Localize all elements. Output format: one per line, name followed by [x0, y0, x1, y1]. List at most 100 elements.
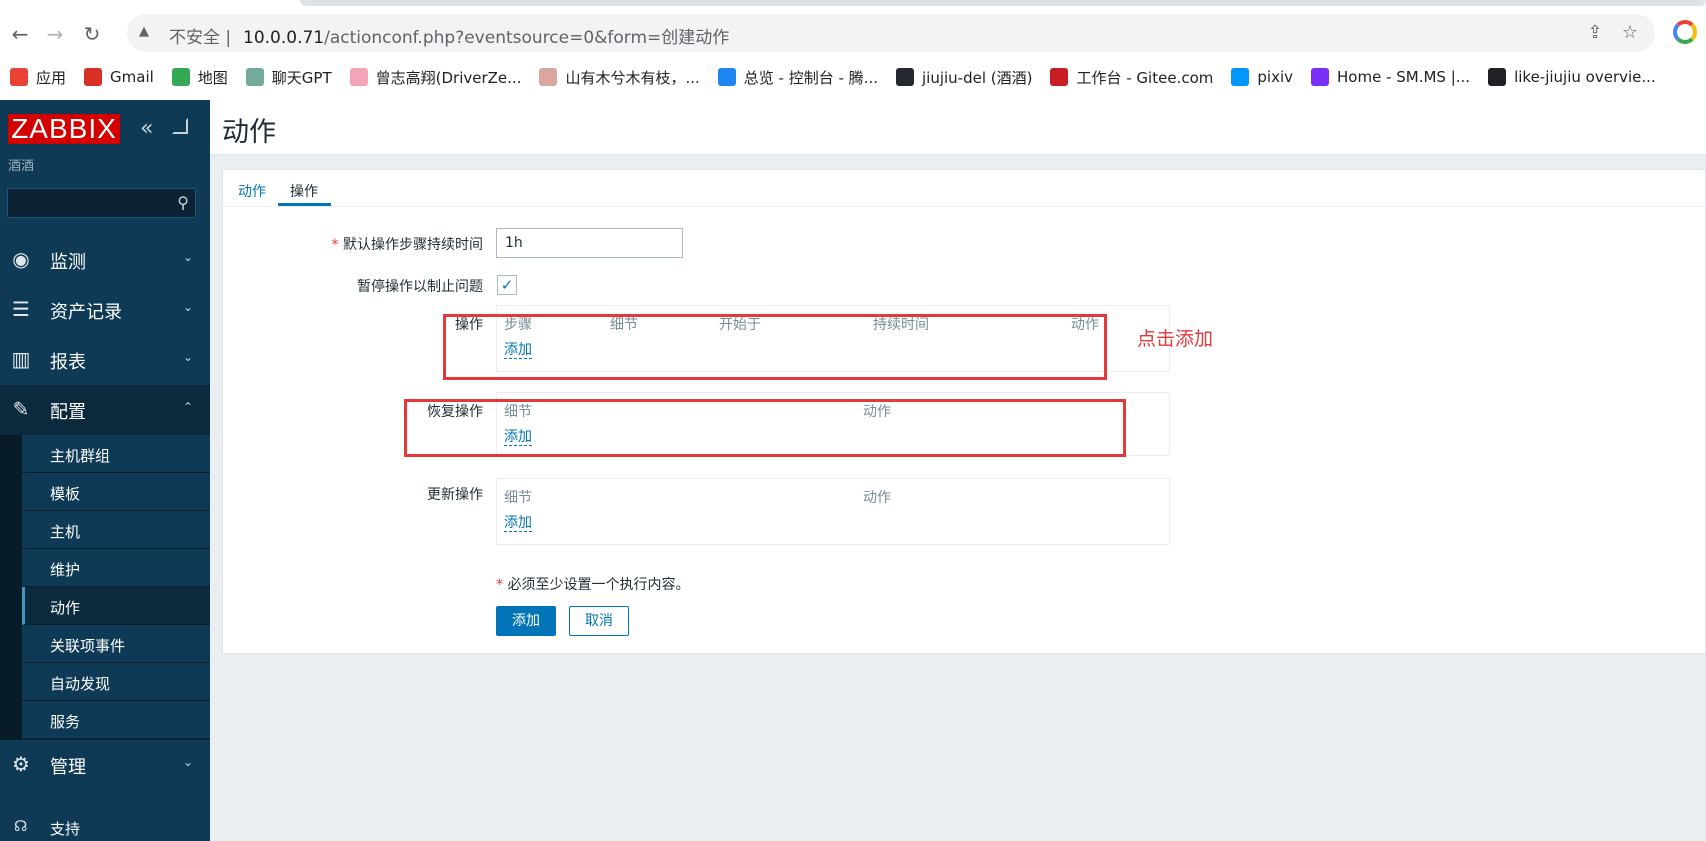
submenu-event-correlation[interactable]: 关联项事件: [22, 625, 210, 663]
cancel-button[interactable]: 取消: [569, 606, 629, 636]
bookmark-item[interactable]: 山有木兮木有枝，...: [539, 62, 700, 92]
bookmark-label: like-jiujiu overvie...: [1514, 68, 1656, 86]
reload-icon[interactable]: ↻: [80, 22, 104, 46]
menu-reports-label: 报表: [50, 352, 86, 373]
menu-configuration[interactable]: ✎ 配置 ⌃: [0, 385, 210, 435]
submenu-templates[interactable]: 模板: [22, 473, 210, 511]
pixiv-icon: [1231, 68, 1250, 86]
bar-chart-icon: ▥: [11, 347, 31, 371]
back-icon[interactable]: ←: [8, 22, 32, 46]
url-text[interactable]: 10.0.0.71/actionconf.php?eventsource=0&f…: [243, 23, 729, 48]
submenu-host-groups[interactable]: 主机群组: [22, 435, 210, 473]
submenu-label: 主机: [50, 523, 81, 541]
bookmark-label: 应用: [36, 68, 67, 87]
bookmark-label: 聊天GPT: [271, 68, 332, 87]
submenu-maintenance[interactable]: 维护: [22, 549, 210, 587]
tab-action[interactable]: 动作: [238, 181, 266, 201]
bookmark-item[interactable]: 地图: [171, 62, 228, 92]
submenu-indent: [0, 435, 22, 740]
sidebar: ZABBIX « 酒酒 ⚲ ◉ 监测 ⌄ ☰ 资产记录 ⌄ ▥ 报表 ⌄ ✎ 配…: [0, 100, 210, 841]
browser-chrome: ← → ↻ ▲ 不安全 | 10.0.0.71/actionconf.php?e…: [0, 0, 1706, 100]
submenu-hosts[interactable]: 主机: [22, 511, 210, 549]
duration-label: * 默认操作步骤持续时间: [283, 234, 483, 254]
gear-icon: ⚙: [12, 752, 30, 776]
search-icon[interactable]: ⚲: [177, 193, 189, 212]
bookmark-item[interactable]: 应用: [10, 62, 66, 92]
bookmark-item[interactable]: like-jiujiu overvie...: [1488, 62, 1656, 92]
bookmark-item[interactable]: pixiv: [1231, 62, 1293, 92]
chevron-down-icon: ⌄: [183, 755, 194, 769]
collapse-sidebar-icon[interactable]: «: [140, 116, 153, 141]
profile-icon[interactable]: [1673, 20, 1697, 44]
required-mark: *: [496, 577, 508, 593]
gitee-icon: [1050, 68, 1069, 86]
col-details: 细节: [504, 490, 532, 506]
chevron-down-icon: ⌄: [183, 300, 194, 314]
bookmark-item[interactable]: 曾志高翔(DriverZe...: [349, 62, 522, 92]
menu-inventory-label: 资产记录: [50, 302, 122, 323]
required-note: * 必须至少设置一个执行内容。: [496, 574, 689, 594]
add-button[interactable]: 添加: [496, 606, 556, 636]
tab-strip-edge: [300, 0, 1706, 6]
submenu-label: 模板: [50, 485, 81, 503]
menu-administration[interactable]: ⚙ 管理 ⌄: [0, 740, 210, 790]
page-header: 动作: [210, 100, 1706, 155]
chevron-down-icon: ⌄: [183, 250, 194, 264]
submenu-services[interactable]: 服务: [22, 701, 210, 739]
address-row: ← → ↻ ▲ 不安全 | 10.0.0.71/actionconf.php?e…: [0, 14, 1706, 54]
bookmark-label: 地图: [197, 68, 228, 87]
warning-icon[interactable]: ▲: [139, 24, 155, 40]
chatgpt-icon: [245, 68, 264, 86]
annotation-text: 点击添加: [1137, 328, 1214, 350]
address-bar[interactable]: ▲ 不安全 | 10.0.0.71/actionconf.php?eventso…: [127, 14, 1655, 52]
submenu-actions[interactable]: 动作: [22, 587, 210, 625]
star-icon[interactable]: ☆: [1619, 22, 1641, 44]
bookmark-label: Gmail: [110, 68, 154, 86]
required-mark: *: [331, 237, 343, 253]
eye-icon: ◉: [12, 247, 30, 271]
bookmark-label: pixiv: [1257, 68, 1293, 86]
bookmark-item[interactable]: 工作台 - Gitee.com: [1050, 62, 1213, 92]
page-title: 动作: [222, 117, 276, 148]
menu-inventory[interactable]: ☰ 资产记录 ⌄: [0, 285, 210, 335]
chevron-up-icon: ⌃: [183, 400, 194, 414]
update-operations-table: 细节 动作 添加: [496, 478, 1170, 545]
zabbix-logo[interactable]: ZABBIX: [8, 114, 120, 144]
menu-configuration-label: 配置: [50, 402, 86, 423]
submenu-discovery[interactable]: 自动发现: [22, 663, 210, 701]
tab-operations[interactable]: 操作: [290, 181, 318, 201]
bookmark-item[interactable]: Home - SM.MS |...: [1311, 62, 1470, 92]
bookmark-label: jiujiu-del (酒酒): [921, 68, 1033, 87]
kiosk-mode-icon[interactable]: [172, 118, 188, 134]
submenu-label: 主机群组: [50, 447, 111, 465]
url-path: /actionconf.php?eventsource=0&form=创建动作: [324, 28, 730, 48]
submenu-label: 动作: [50, 599, 81, 617]
bookmark-item[interactable]: Gmail: [84, 62, 154, 92]
bookmark-label: 总览 - 控制台 - 腾...: [743, 68, 878, 87]
bookmark-label: 工作台 - Gitee.com: [1076, 68, 1214, 87]
bookmark-label: Home - SM.MS |...: [1337, 68, 1471, 86]
pause-checkbox[interactable]: ✓: [497, 275, 517, 295]
smms-icon: [1311, 68, 1329, 86]
share-icon[interactable]: ⇪: [1584, 22, 1606, 44]
duration-input[interactable]: 1h: [496, 228, 683, 258]
bookmark-label: 曾志高翔(DriverZe...: [375, 68, 522, 87]
add-update-operation-link[interactable]: 添加: [504, 515, 532, 532]
sidebar-search-input[interactable]: ⚲: [7, 188, 196, 218]
menu-support[interactable]: ☊ 支持: [0, 815, 210, 841]
list-icon: ☰: [12, 297, 30, 321]
submenu-label: 关联项事件: [50, 637, 126, 655]
menu-reports[interactable]: ▥ 报表 ⌄: [0, 335, 210, 385]
chevron-down-icon: ⌄: [183, 350, 194, 364]
highlight-box-recovery: [404, 399, 1126, 457]
active-tab-indicator: [278, 203, 331, 206]
bookmark-item[interactable]: jiujiu-del (酒酒): [895, 62, 1033, 92]
bookmark-item[interactable]: 总览 - 控制台 - 腾...: [717, 62, 878, 92]
forward-icon[interactable]: →: [43, 22, 67, 46]
security-label[interactable]: 不安全 |: [169, 23, 231, 48]
bookmark-item[interactable]: 聊天GPT: [245, 62, 332, 92]
menu-monitoring[interactable]: ◉ 监测 ⌄: [0, 235, 210, 285]
menu-administration-label: 管理: [50, 757, 86, 778]
duration-label-text: 默认操作步骤持续时间: [343, 237, 483, 253]
apps-grid-icon: [10, 68, 28, 86]
